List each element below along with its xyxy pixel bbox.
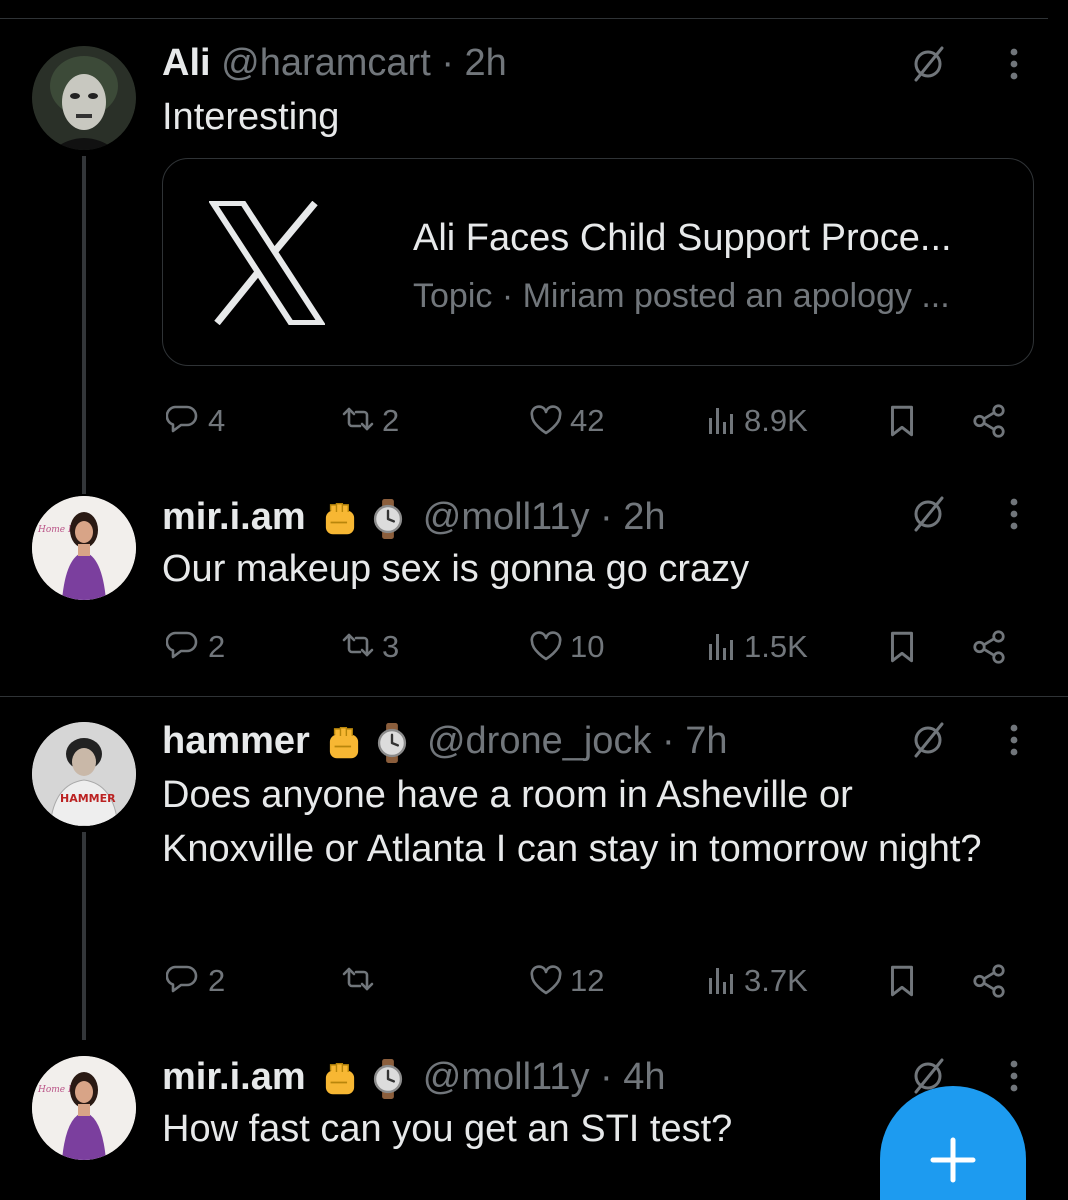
raised-fist-emoji: [325, 1062, 356, 1096]
watch-emoji: [374, 1058, 403, 1099]
timestamp[interactable]: · 4h: [600, 1056, 665, 1098]
handle[interactable]: @moll11y: [423, 1056, 590, 1098]
tweet-header: mir.i.am @moll11y · 4h: [162, 1054, 666, 1100]
more-icon[interactable]: [1002, 1054, 1026, 1098]
display-name[interactable]: mir.i.am: [162, 1056, 306, 1098]
plus-icon: [930, 1137, 976, 1183]
avatar[interactable]: Home Bay: [32, 1056, 136, 1160]
tweet[interactable]: Home Bay mir.i.am @moll11y · 4h How fast…: [0, 0, 1068, 1200]
